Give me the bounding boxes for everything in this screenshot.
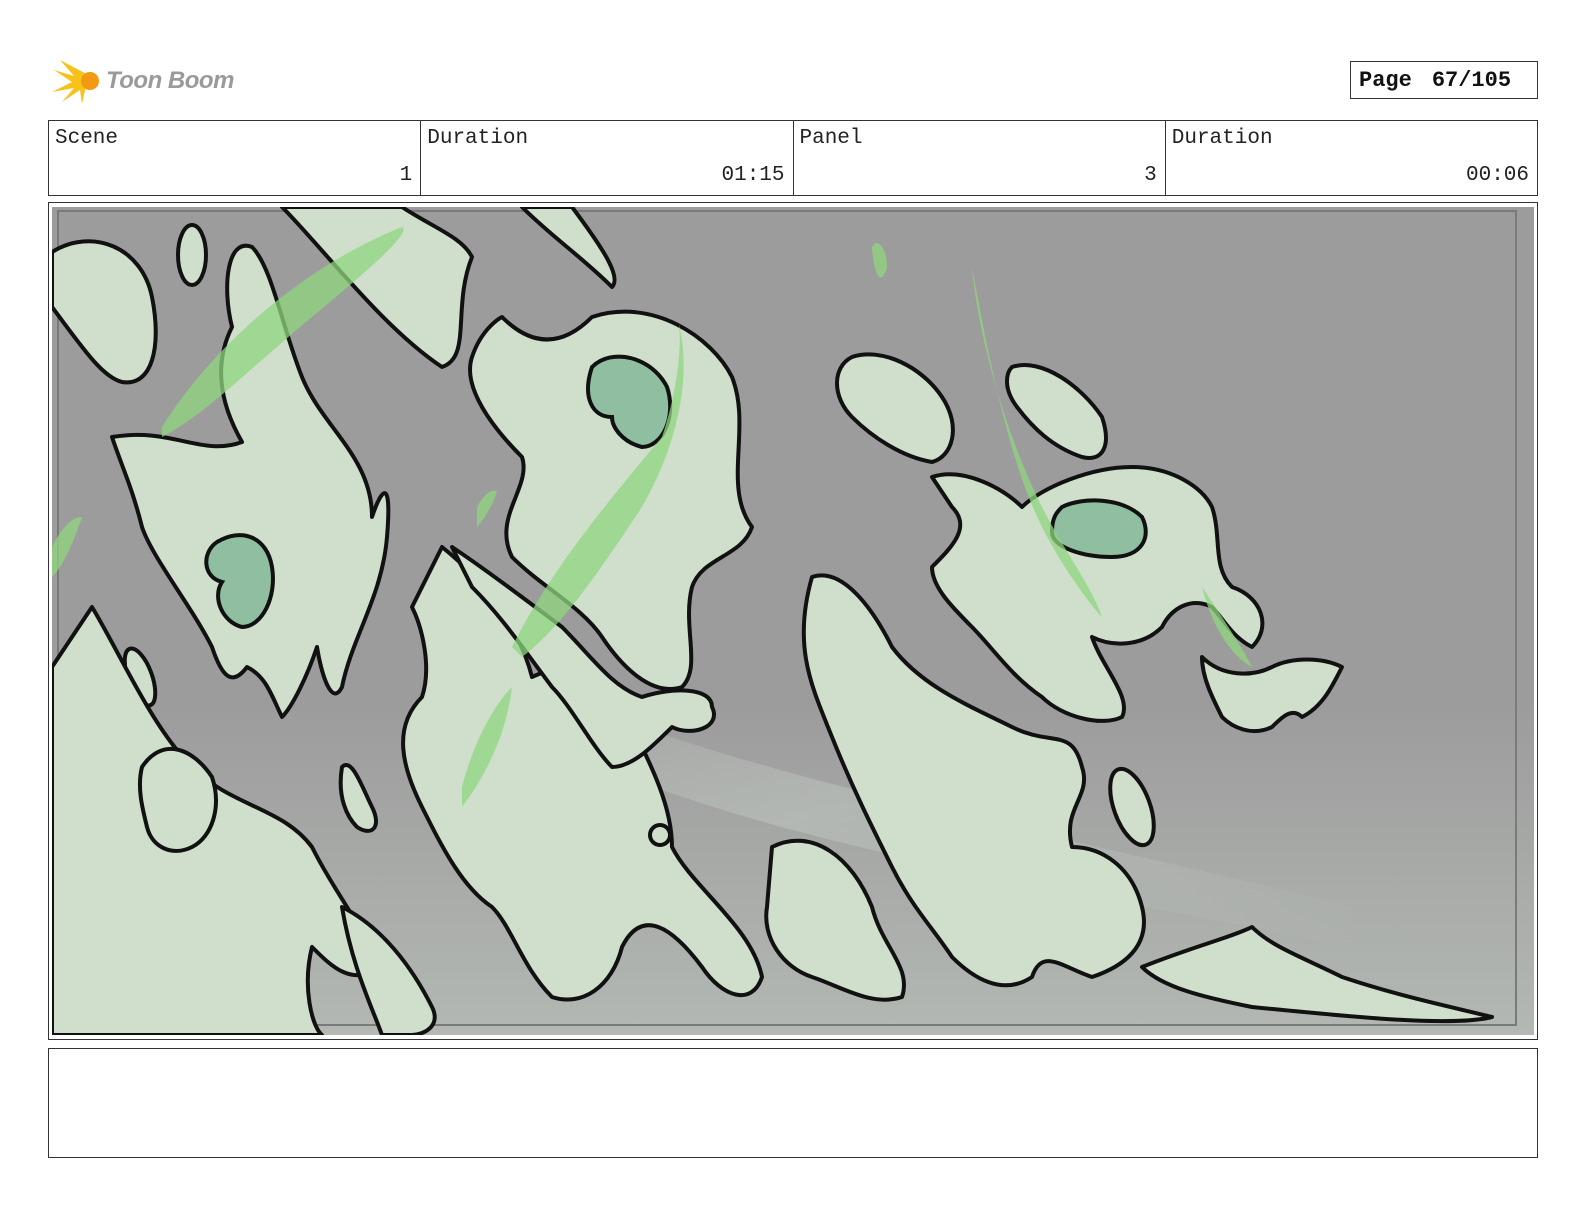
page-indicator: Page 67/105 [1350,61,1538,99]
panel-cell: Panel 3 [794,121,1166,195]
scene-duration-value: 01:15 [721,164,785,187]
panel-duration-label: Duration [1171,127,1273,150]
smoke-sketch-illustration [52,207,1534,1035]
scene-value: 1 [399,164,413,187]
storyboard-panel-image [52,207,1534,1035]
panel-duration-cell: Duration 00:06 [1166,121,1537,195]
panel-info-table: Scene 1 Duration 01:15 Panel 3 Duration … [48,120,1538,196]
scene-label: Scene [55,127,119,150]
panel-notes-box [48,1048,1538,1158]
scene-duration-cell: Duration 01:15 [421,121,794,195]
logo-text: Toon Boom [106,67,234,94]
panel-duration-value: 00:06 [1465,164,1529,187]
burst-logo-icon [52,60,99,104]
panel-label: Panel [799,127,863,150]
panel-value: 3 [1144,164,1157,187]
scene-duration-label: Duration [427,127,529,150]
page-label: Page [1359,67,1412,93]
page-number: 67/105 [1431,67,1512,93]
scene-cell: Scene 1 [49,121,422,195]
toon-boom-logo: Toon Boom [52,56,234,106]
